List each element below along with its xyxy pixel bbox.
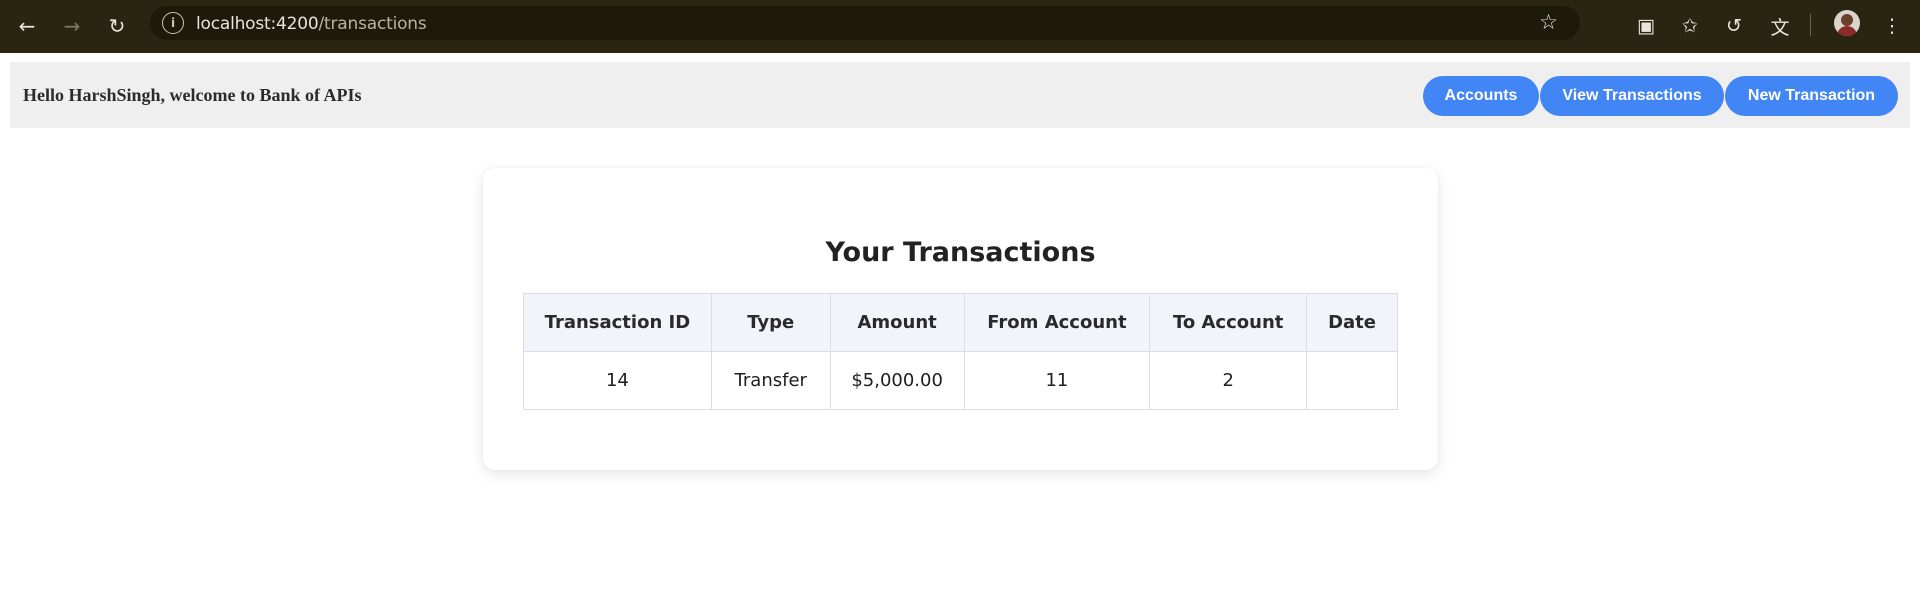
avatar[interactable] bbox=[1834, 10, 1860, 36]
view-transactions-button[interactable]: View Transactions bbox=[1540, 76, 1724, 116]
column-header-from-account: From Account bbox=[963, 293, 1151, 352]
arrow-left-icon: ← bbox=[18, 14, 36, 38]
reload-icon: ↻ bbox=[108, 14, 126, 38]
column-header-date: Date bbox=[1306, 293, 1398, 352]
welcome-message: Hello HarshSingh, welcome to Bank of API… bbox=[23, 85, 362, 105]
translate-icon[interactable]: 文 bbox=[1764, 10, 1796, 42]
column-header-type: Type bbox=[710, 293, 831, 352]
reload-button[interactable]: ↻ bbox=[101, 10, 133, 42]
app-header: Hello HarshSingh, welcome to Bank of API… bbox=[10, 62, 1910, 128]
table-header-row: Transaction ID Type Amount From Account … bbox=[523, 293, 1398, 352]
kebab-menu-icon[interactable]: ⋮ bbox=[1876, 10, 1908, 42]
transactions-table: Transaction ID Type Amount From Account … bbox=[523, 293, 1398, 410]
url-text[interactable]: localhost:4200/transactions bbox=[196, 14, 427, 34]
info-icon[interactable]: i bbox=[162, 12, 184, 34]
cell-transaction-id: 14 bbox=[523, 351, 712, 410]
arrow-right-icon: → bbox=[63, 14, 81, 38]
transactions-card: Your Transactions Transaction ID Type Am… bbox=[483, 168, 1438, 470]
accounts-button[interactable]: Accounts bbox=[1423, 76, 1539, 116]
cell-from-account: 11 bbox=[963, 351, 1151, 410]
forward-button[interactable]: → bbox=[56, 10, 88, 42]
new-transaction-button[interactable]: New Transaction bbox=[1725, 76, 1898, 116]
star-list-icon[interactable]: ✩ bbox=[1674, 10, 1706, 42]
cell-amount: $5,000.00 bbox=[829, 351, 965, 410]
back-button[interactable]: ← bbox=[11, 10, 43, 42]
url-path: /transactions bbox=[318, 14, 427, 34]
star-icon[interactable]: ☆ bbox=[1539, 10, 1558, 34]
toolbar-divider bbox=[1810, 14, 1811, 36]
table-row: 14 Transfer $5,000.00 11 2 bbox=[523, 351, 1398, 410]
column-header-to-account: To Account bbox=[1149, 293, 1308, 352]
cell-type: Transfer bbox=[710, 351, 831, 410]
column-header-transaction-id: Transaction ID bbox=[523, 293, 712, 352]
history-icon[interactable]: ↺ bbox=[1718, 10, 1750, 42]
url-host: localhost:4200 bbox=[196, 14, 319, 34]
address-bar[interactable]: i localhost:4200/transactions ☆ bbox=[150, 6, 1580, 40]
page-title: Your Transactions bbox=[825, 237, 1096, 268]
camera-icon[interactable]: ▣ bbox=[1630, 10, 1662, 42]
browser-toolbar: ← → ↻ i localhost:4200/transactions ☆ ▣ … bbox=[0, 0, 1920, 53]
column-header-amount: Amount bbox=[829, 293, 965, 352]
cell-date bbox=[1306, 351, 1398, 410]
cell-to-account: 2 bbox=[1149, 351, 1308, 410]
